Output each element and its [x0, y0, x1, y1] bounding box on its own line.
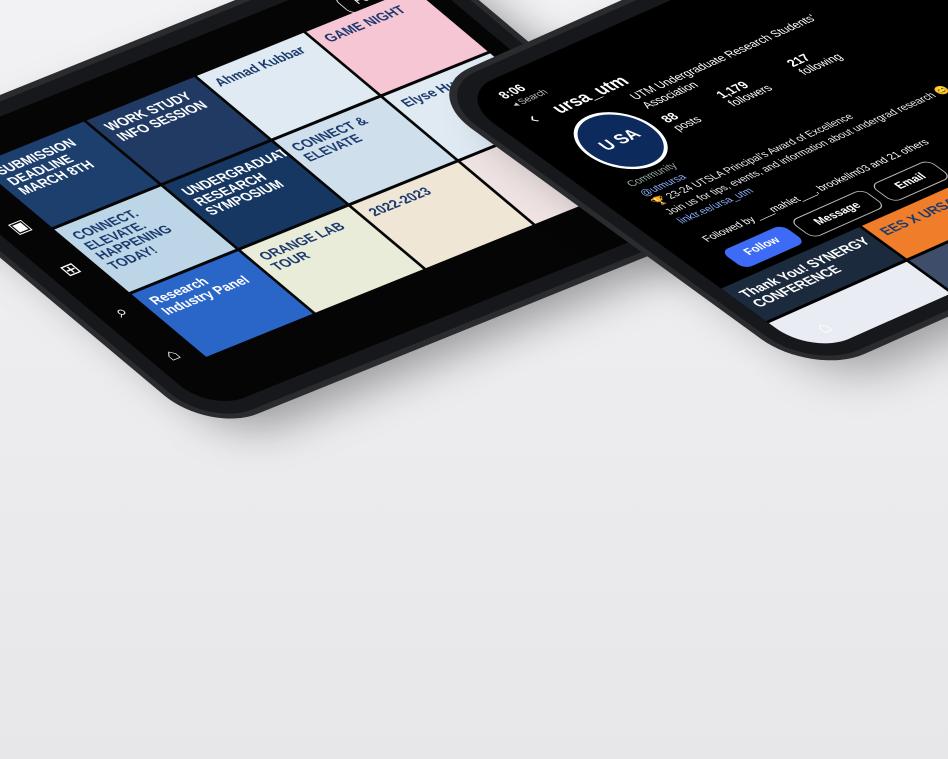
post-tile-text: Ahmad Kubbar [209, 43, 310, 90]
stat-posts[interactable]: 88 posts [657, 105, 705, 133]
search-icon[interactable]: ⌕ [101, 300, 140, 324]
post-tile-text: GAME NIGHT [319, 2, 410, 45]
post-tile-text: WORK STUDY INFO SESSION [100, 89, 211, 144]
home-icon[interactable]: ⌂ [152, 342, 191, 366]
back-icon[interactable]: ‹ [521, 110, 546, 127]
add-icon[interactable]: ⊞ [51, 257, 90, 281]
reels-icon[interactable]: ▣ [0, 215, 39, 239]
mockup-stage: Follow ◯ ▣ ⊞ ⌕ ⌂ SUBMISSION DEADLINE MAR… [0, 0, 948, 759]
post-tile-text: SUBMISSION DEADLINE MARCH 8TH [0, 135, 99, 198]
profile-handle: ursa_utm [546, 72, 634, 117]
